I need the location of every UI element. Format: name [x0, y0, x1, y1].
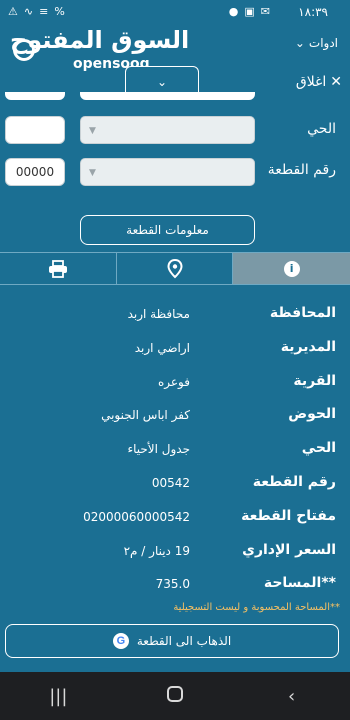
logo-arabic: السوق المفتوح: [10, 26, 190, 54]
area-note: **المساحة المحسوبة و ليست التسجيلية: [173, 602, 340, 613]
tab-print[interactable]: [0, 253, 117, 284]
close-icon: ✕: [330, 74, 342, 90]
detail-label: الحوض: [288, 406, 336, 423]
detail-row: الحي جدول الأحياء: [0, 435, 350, 469]
app-bar: السوق المفتوح opensooq ⌄ ادوات: [0, 26, 350, 72]
view-tabs: i: [0, 252, 350, 285]
goto-parcel-label: الذهاب الى القطعة: [136, 634, 232, 648]
tools-label: ادوات: [308, 36, 338, 50]
detail-value: اراضي اربد: [134, 340, 190, 355]
detail-value: كفر اباس الجنوبي: [101, 408, 190, 423]
detail-row: رقم القطعة 00542: [0, 469, 350, 503]
detail-value: فوعره: [157, 374, 190, 389]
detail-label: مفتاح القطعة: [241, 507, 336, 524]
detail-row: مفتاح القطعة 02000060000542: [0, 503, 350, 537]
close-label: اغلاق: [295, 74, 327, 90]
detail-value: جدول الأحياء: [127, 442, 190, 457]
upper-text-field[interactable]: [5, 92, 65, 100]
tools-menu[interactable]: ⌄ ادوات: [295, 36, 338, 50]
detail-row: القرية فوعره: [0, 368, 350, 402]
parcel-select[interactable]: ▼: [80, 158, 255, 186]
detail-value: محافظة اربد: [127, 307, 190, 321]
home-icon[interactable]: [145, 685, 205, 707]
detail-row: **المساحة 735.0: [0, 570, 350, 604]
location-pin-icon: [166, 258, 183, 278]
gallery-icon: ▣: [244, 5, 255, 18]
detail-value: 19 دينار / م٢: [123, 543, 190, 558]
detail-label: القرية: [293, 372, 336, 389]
detail-value: 00542: [151, 475, 190, 490]
detail-label: الحي: [301, 440, 336, 457]
mail-icon: ✉: [260, 5, 270, 18]
system-nav-bar: ||| ‹: [0, 672, 350, 720]
status-icons-right: ● ▣ ✉: [229, 5, 270, 18]
dropdown-arrow-icon: ▼: [89, 126, 96, 136]
notification-dot-icon: ●: [228, 5, 239, 18]
tab-info[interactable]: i: [233, 253, 350, 284]
detail-row: الحوض كفر اباس الجنوبي: [0, 401, 350, 435]
chevron-down-icon: ⌄: [294, 36, 305, 50]
dropdown-arrow-icon: ▼: [89, 168, 96, 178]
parcel-label: رقم القطعة: [267, 162, 336, 178]
upper-select-field[interactable]: [80, 92, 255, 100]
status-time: ١٨:٣٩: [298, 5, 328, 19]
wifi-icon: ∿: [23, 5, 34, 18]
detail-value: 735.0: [155, 577, 190, 592]
detail-label: السعر الإداري: [242, 541, 336, 558]
battery-icon: %: [54, 5, 65, 18]
google-icon: G: [112, 633, 129, 649]
printer-icon: [48, 259, 67, 278]
district-label: الحي: [307, 121, 336, 137]
back-icon[interactable]: ‹: [262, 686, 322, 707]
detail-label: **المساحة: [263, 575, 336, 592]
detail-row: المديرية اراضي اربد: [0, 334, 350, 368]
signal-icon: ≡: [39, 5, 49, 18]
district-text-input[interactable]: [5, 116, 65, 144]
district-select[interactable]: ▼: [80, 116, 255, 144]
goto-parcel-button[interactable]: الذهاب الى القطعة G: [5, 624, 339, 658]
info-icon: i: [283, 260, 300, 277]
status-icons-left: ⚠ ∿ ≡ %: [8, 5, 65, 18]
parcel-info-button[interactable]: معلومات القطعة: [80, 215, 255, 245]
warning-icon: ⚠: [8, 5, 18, 18]
status-bar: ⚠ ∿ ≡ % ● ▣ ✉ ١٨:٣٩: [0, 0, 350, 26]
parcel-number-input[interactable]: 00000: [5, 158, 65, 186]
detail-value: 02000060000542: [83, 509, 190, 524]
tab-location[interactable]: [117, 253, 234, 284]
parcel-details-table: المحافظة محافظة اربد المديرية اراضي اربد…: [0, 300, 350, 604]
close-button[interactable]: ✕ اغلاق: [296, 74, 342, 90]
detail-label: المديرية: [280, 338, 336, 355]
chevron-down-icon: ⌄: [156, 75, 168, 89]
detail-row: السعر الإداري 19 دينار / م٢: [0, 537, 350, 571]
detail-row: المحافظة محافظة اربد: [0, 300, 350, 334]
detail-label: المحافظة: [269, 305, 336, 321]
recent-apps-icon[interactable]: |||: [28, 686, 88, 707]
detail-label: رقم القطعة: [252, 473, 336, 490]
